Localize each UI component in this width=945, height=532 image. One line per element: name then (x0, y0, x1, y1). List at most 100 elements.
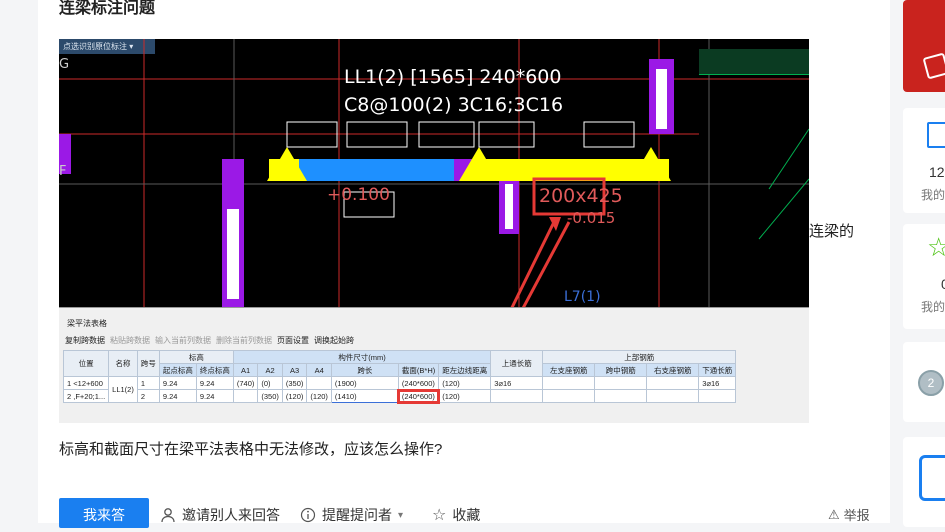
page-setup-button[interactable]: 页面设置 (277, 335, 309, 346)
cell-span[interactable]: 1 (136, 376, 160, 390)
col-a1: A1 (232, 363, 259, 377)
cell-span[interactable]: 2 (136, 389, 160, 403)
col-a2: A2 (257, 363, 283, 377)
grid-mark-g: G (59, 57, 70, 72)
col-end: 终点标高 (195, 363, 234, 377)
report-label: 举报 (843, 508, 870, 523)
grid-mark-f: F (59, 164, 67, 179)
cell-len[interactable]: (1410) (330, 389, 399, 403)
question-text: 标高和截面尺寸在梁平法表格中无法修改，应该怎么操作? (59, 441, 443, 458)
copy-span-button[interactable]: 复制跨数据 (65, 335, 105, 346)
col-dist: 距左边线距离 (438, 363, 492, 377)
collect-button[interactable]: ☆ 收藏 (432, 505, 480, 525)
group-dims: 构件尺寸(mm) (232, 350, 492, 364)
group-elev: 标高 (158, 350, 234, 364)
table-window-title: 梁平法表格 (67, 319, 107, 328)
cell-bottom[interactable] (698, 389, 737, 403)
col-start: 起点标高 (158, 363, 197, 377)
cell-pos[interactable]: 1 <12+600 (62, 376, 110, 390)
collect-label: 收藏 (452, 507, 481, 523)
table-row[interactable]: 2 ,F+20;1... 2 9.24 9.24 (350) (120) (12… (62, 388, 737, 404)
input-column-button[interactable]: 输入当前列数据 (155, 335, 211, 346)
warning-icon: ⚠ (828, 506, 840, 522)
star-icon: ☆ (432, 507, 447, 524)
info-icon (300, 507, 316, 523)
cell-mid[interactable] (594, 389, 648, 403)
medal-icon: 2 (918, 370, 944, 396)
sidebar-card-medal: 2 (903, 342, 945, 422)
cell-len[interactable]: (1900) (330, 376, 399, 390)
col-pos: 位置 (62, 350, 110, 377)
doc-icon (927, 122, 945, 148)
paste-span-button[interactable]: 粘贴跨数据 (110, 335, 150, 346)
col-left: 左支座钢筋 (542, 363, 596, 377)
cell-bottom[interactable]: 3⌀16 (698, 376, 737, 390)
offset-label: -0.015 (567, 209, 616, 227)
cell-left[interactable] (542, 389, 596, 403)
chevron-down-icon: ▾ (398, 509, 404, 521)
group-top-rebar: 上部钢筋 (542, 350, 737, 364)
col-span: 跨号 (136, 350, 160, 377)
section-label: 200x425 (539, 185, 623, 207)
cell-a3[interactable]: (120) (281, 389, 308, 403)
cell-section-highlighted[interactable]: (240*600) (397, 388, 440, 404)
cell-a3[interactable]: (350) (281, 376, 308, 390)
col-top-long: 上通长筋 (490, 350, 544, 377)
remind-label: 提醒提问者 (322, 507, 392, 523)
beam-label-line2: C8@100(2) 3C16;3C16 (344, 94, 564, 116)
star-label: 我的 (921, 300, 945, 314)
sidebar-card-calendar (903, 437, 945, 527)
cell-right[interactable] (646, 376, 700, 390)
cell-a1[interactable] (232, 389, 259, 403)
col-a4: A4 (306, 363, 332, 377)
beam-label-line1: LL1(2) [1565] 240*600 (344, 66, 562, 88)
cell-dist[interactable]: (120) (438, 376, 492, 390)
cell-a1[interactable]: (740) (232, 376, 259, 390)
table-toolbar: 复制跨数据 粘贴跨数据 输入当前列数据 删除当前列数据 页面设置 调换起始跨 (65, 335, 354, 346)
cell-a2[interactable]: (0) (257, 376, 283, 390)
cell-end[interactable]: 9.24 (195, 389, 234, 403)
elevation-label: +0.100 (327, 185, 390, 205)
cell-end[interactable]: 9.24 (195, 376, 234, 390)
col-right: 右支座钢筋 (646, 363, 700, 377)
answer-button[interactable]: 我来答 (59, 498, 149, 528)
star-outline-icon: ☆ (927, 232, 945, 262)
invite-label: 邀请别人来回答 (182, 507, 280, 523)
swap-start-button[interactable]: 调换起始跨 (314, 335, 354, 346)
col-name: 名称 (108, 350, 138, 377)
sidebar-card-stats: 12 我的 (903, 108, 945, 213)
question-text-fragment: 连梁的 (809, 223, 855, 240)
delete-column-button[interactable]: 删除当前列数据 (216, 335, 272, 346)
col-len: 跨长 (330, 363, 399, 377)
invite-button[interactable]: 邀请别人来回答 (160, 505, 280, 525)
table-row[interactable]: 1 <12+600 LL1(2) 1 9.24 9.24 (740) (0) (… (62, 376, 737, 403)
cell-a4[interactable] (306, 376, 332, 390)
cell-mid[interactable] (594, 376, 648, 390)
page-title: 连梁标注问题 (59, 0, 156, 17)
cell-section[interactable]: (240*600) (397, 376, 440, 390)
cell-pos[interactable]: 2 ,F+20;1... (62, 389, 110, 403)
cell-top[interactable] (490, 389, 544, 403)
cell-name[interactable]: LL1(2) (108, 376, 138, 403)
sidebar-banner[interactable] (903, 0, 945, 92)
cell-start[interactable]: 9.24 (158, 389, 197, 403)
stat-label: 我的 (921, 188, 945, 202)
l7-label: L7(1) (564, 289, 601, 305)
remind-button[interactable]: 提醒提问者 ▾ (300, 505, 403, 525)
user-icon (161, 508, 175, 523)
cell-start[interactable]: 9.24 (158, 376, 197, 390)
beam-table: 位置 名称 跨号 标高 构件尺寸(mm) 上通长筋 上部钢筋 起点标高 终点标高… (62, 350, 737, 404)
cell-right[interactable] (646, 389, 700, 403)
cell-a4[interactable]: (120) (306, 389, 332, 403)
question-screenshot: 点选识别原位标注 ▾ LL1(2) [1565] 240*600 C8@100(… (59, 39, 809, 423)
cell-left[interactable] (542, 376, 596, 390)
cell-top[interactable]: 3⌀16 (490, 376, 544, 390)
sidebar-card-stars: ☆ 0 我的 (903, 224, 945, 329)
col-a3: A3 (281, 363, 308, 377)
beam-table-window: 梁平法表格 复制跨数据 粘贴跨数据 输入当前列数据 删除当前列数据 页面设置 调… (59, 307, 809, 423)
cell-dist[interactable]: (120) (438, 389, 492, 403)
star-count: 0 (941, 276, 945, 292)
cell-a2[interactable]: (350) (257, 389, 283, 403)
report-button[interactable]: ⚠ 举报 (828, 505, 870, 524)
calendar-icon (919, 455, 945, 501)
